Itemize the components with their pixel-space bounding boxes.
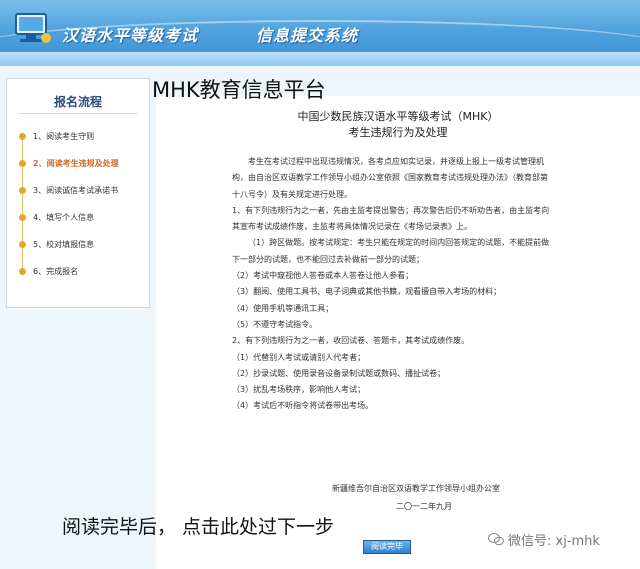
wechat-id: 微信号: xj-mhk bbox=[508, 534, 600, 549]
document-paragraph: （4）考试后不听指令将试卷带出考场。 bbox=[232, 401, 374, 411]
document-paragraph: （5）不遵守考试指令。 bbox=[232, 319, 318, 329]
registration-sidebar: 报名流程 1、阅读考生守则 2、阅读考生违规及处理 3、阅读诚信考试承诺书 4、… bbox=[6, 78, 150, 308]
exam-system-title: 汉语水平等级考试 bbox=[62, 26, 199, 45]
computer-logo-icon bbox=[15, 13, 51, 43]
step-dot-icon bbox=[19, 187, 26, 194]
step-label: 5、校对填报信息 bbox=[33, 240, 95, 249]
step-item-2[interactable]: 2、阅读考生违规及处理 bbox=[19, 150, 149, 187]
step-dot-icon bbox=[19, 160, 26, 167]
step-dot-icon bbox=[19, 241, 26, 248]
header-banner: 汉语水平等级考试 信息提交系统 bbox=[0, 0, 640, 66]
step-dot-icon bbox=[19, 268, 26, 275]
step-item-3[interactable]: 3、阅读诚信考试承诺书 bbox=[19, 177, 149, 214]
wechat-icon bbox=[488, 533, 504, 546]
submission-system-title: 信息提交系统 bbox=[256, 26, 359, 45]
document-paragraph: （3）翻阅、使用工具书、电子词典或其他书籍，观看擅自带入考场的材料； bbox=[232, 287, 502, 297]
platform-watermark: MHK教育信息平台 bbox=[152, 78, 326, 102]
step-item-5[interactable]: 5、校对填报信息 bbox=[19, 231, 149, 268]
step-label: 4、填写个人信息 bbox=[33, 213, 95, 222]
read-complete-button[interactable]: 阅读完毕 bbox=[363, 540, 411, 554]
document-paragraph: （3）扰乱考场秩序，影响他人考试； bbox=[232, 385, 366, 395]
instruction-watermark: 阅读完毕后， 点击此处过下一步 bbox=[62, 516, 335, 538]
document-paragraph: 1、有下列违规行为之一者，先由主监考提出警告；再次警告后仍不听劝告者，由主监考向… bbox=[232, 205, 550, 232]
document-paragraph: （1）代替别人考试或请别人代考者； bbox=[232, 352, 366, 362]
issue-date: 二〇一二年九月 bbox=[396, 502, 452, 511]
document-panel: 中国少数民族汉语水平等级考试（MHK） 考生违规行为及处理 考生在考试过程中出现… bbox=[156, 96, 640, 569]
step-label: 3、阅读诚信考试承诺书 bbox=[33, 186, 119, 195]
document-subtitle: 考生违规行为及处理 bbox=[348, 126, 448, 139]
step-item-1[interactable]: 1、阅读考生守则 bbox=[19, 123, 149, 160]
step-dot-icon bbox=[19, 214, 26, 221]
step-label: 1、阅读考生守则 bbox=[33, 132, 95, 141]
document-body: 考生在考试过程中出现违规情况，各考点应如实记录，并逐级上报上一级考试管理机构，由… bbox=[232, 154, 552, 415]
issuer-signature: 新疆维吾尔自治区双语教学工作领导小组办公室 bbox=[332, 484, 500, 493]
document-paragraph: （2）考试中窥视他人答卷或本人答卷让他人参看； bbox=[232, 271, 414, 281]
document-paragraph: （2）抄录试题、使用录音设备录制试题或数码、播扯试卷； bbox=[232, 368, 446, 378]
step-item-6[interactable]: 6、完成报名 bbox=[19, 258, 149, 285]
document-title: 中国少数民族汉语水平等级考试（MHK） bbox=[297, 110, 499, 123]
step-label: 2、阅读考生违规及处理 bbox=[33, 159, 119, 168]
document-paragraph: （1）跨区做题。按考试规定：考生只能在规定的时间内回答规定的试题，不能提前做下一… bbox=[232, 238, 550, 264]
wechat-watermark: 微信号: xj-mhk bbox=[488, 530, 600, 549]
step-label: 6、完成报名 bbox=[33, 267, 79, 276]
document-paragraph: （4）使用手机等通讯工具； bbox=[232, 303, 334, 313]
step-list: 1、阅读考生守则 2、阅读考生违规及处理 3、阅读诚信考试承诺书 4、填写个人信… bbox=[19, 123, 149, 285]
sidebar-title: 报名流程 bbox=[53, 95, 102, 109]
document-paragraph: 考生在考试过程中出现违规情况，各考点应如实记录，并逐级上报上一级考试管理机构，由… bbox=[232, 157, 548, 199]
step-dot-icon bbox=[19, 133, 26, 140]
document-paragraph: 2、有下列违规行为之一者，收回试卷、答题卡，其考试成绩作废。 bbox=[232, 336, 470, 346]
step-item-4[interactable]: 4、填写个人信息 bbox=[19, 204, 149, 241]
